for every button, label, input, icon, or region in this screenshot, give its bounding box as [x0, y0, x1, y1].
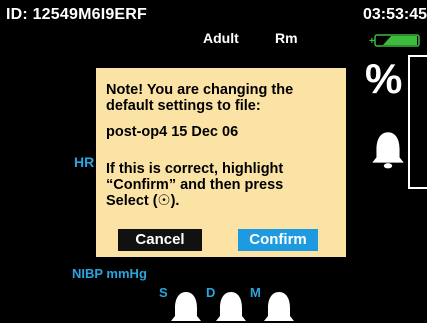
clock: 03:53:45	[362, 6, 427, 23]
cancel-button[interactable]: Cancel	[118, 229, 202, 251]
dialog-instructions: If this is correct, highlight “Confirm” …	[106, 161, 284, 209]
top-bar: ID: 12549M6I9ERF 03:53:45	[0, 0, 427, 30]
bell-icon	[171, 292, 201, 321]
hr-label: HR	[74, 154, 95, 170]
patient-type: Adult	[203, 30, 239, 46]
dialog-filename: post-op4 15 Dec 06	[106, 124, 239, 140]
bell-icon	[264, 292, 294, 321]
parameter-frame	[408, 55, 427, 189]
bell-icon	[372, 132, 404, 169]
spo2-unit: %	[365, 55, 403, 102]
monitor-screen: ID: 12549M6I9ERF 03:53:45 Adult Rm + % H…	[0, 0, 427, 323]
patient-id: ID: 12549M6I9ERF	[6, 6, 148, 23]
mode-label: Rm	[275, 30, 298, 46]
nibp-label: NIBP mmHg	[72, 266, 147, 281]
dialog-note: Note! You are changing the default setti…	[106, 82, 294, 114]
confirm-button[interactable]: Confirm	[238, 229, 318, 251]
svg-text:+: +	[369, 36, 375, 47]
battery-icon: +	[369, 34, 420, 47]
bell-icon	[216, 292, 246, 321]
